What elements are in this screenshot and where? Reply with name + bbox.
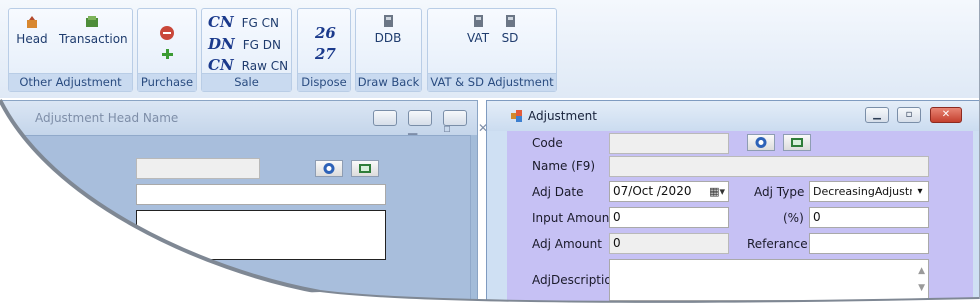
- search-icon: [323, 163, 335, 174]
- adjustment-form: Code Name (F9) Adj Date 07/Oct /2020 ▦▾ …: [507, 131, 973, 304]
- head-name-field[interactable]: [136, 184, 386, 205]
- referance-field[interactable]: [809, 233, 929, 254]
- name-label: Name (F9): [532, 159, 596, 173]
- group-vat-sd: VAT SD VAT & SD Adjustment: [427, 8, 557, 92]
- group-label-draw-back: Draw Back: [356, 73, 421, 91]
- cn-icon: CN: [208, 56, 234, 74]
- minimize-icon: ▁: [873, 109, 881, 120]
- group-label-vat-sd: VAT & SD Adjustment: [428, 73, 556, 91]
- fg-cn-label: FG CN: [241, 16, 280, 30]
- group-sale: CN FG CN DN FG DN CN Raw CN Sale: [201, 8, 292, 92]
- head-label: Head: [16, 32, 48, 46]
- adjustment-title: Adjustment: [528, 109, 597, 123]
- raw-cn-label: Raw CN: [241, 59, 289, 73]
- group-other-adjustment: Head Transaction Other Adjustment: [8, 8, 133, 92]
- close-button[interactable]: ✕: [930, 107, 962, 123]
- name-field[interactable]: [609, 156, 929, 177]
- adjustment-head-titlebar: Adjustment Head Name ▁ ▫ ✕: [1, 101, 488, 135]
- calendar-icon[interactable]: ▦▾: [709, 182, 725, 201]
- group-label-other-adjustment: Other Adjustment: [9, 73, 132, 91]
- sd-button[interactable]: SD: [498, 13, 522, 45]
- group-label-purchase: Purchase: [138, 73, 196, 91]
- raw-cn-button[interactable]: CN Raw CN: [208, 56, 288, 74]
- ddb-icon: [384, 15, 393, 27]
- adj-amount-label: Adj Amount: [532, 237, 602, 251]
- code-label: Code: [532, 136, 563, 150]
- purchase-add-icon[interactable]: [159, 46, 175, 62]
- adj-date-picker[interactable]: 07/Oct /2020 ▦▾: [609, 181, 729, 202]
- transaction-icon: [86, 16, 98, 27]
- dispose-26-button[interactable]: 26: [315, 24, 336, 42]
- scroll-down-icon[interactable]: ▼: [918, 279, 925, 298]
- vat-label: VAT: [466, 31, 490, 45]
- dn-icon: DN: [208, 35, 235, 53]
- sd-icon: [506, 15, 515, 27]
- ddb-button[interactable]: DDB: [370, 13, 406, 45]
- code-field[interactable]: [609, 133, 729, 154]
- description-label: AdjDescription: [532, 273, 620, 287]
- fg-dn-button[interactable]: DN FG DN: [208, 35, 281, 53]
- percent-field[interactable]: 0: [809, 207, 929, 228]
- window-app-icon: [511, 110, 522, 122]
- search-icon: [755, 137, 767, 148]
- vat-icon: [474, 15, 483, 27]
- adj-amount-field[interactable]: 0: [609, 233, 729, 254]
- close-icon: ✕: [941, 109, 951, 120]
- transaction-button[interactable]: Transaction: [59, 14, 128, 46]
- adjustment-titlebar: Adjustment ▁ ▫ ✕: [487, 101, 979, 131]
- fg-cn-button[interactable]: CN FG CN: [208, 13, 279, 31]
- group-dispose: 26 27 Dispose: [297, 8, 351, 92]
- head-search-button[interactable]: [315, 160, 343, 177]
- ribbon-toolbar: Head Transaction Other Adjustment Purcha…: [0, 0, 980, 98]
- maximize-icon: ▫: [905, 109, 913, 120]
- minimize-button[interactable]: ▁: [865, 107, 889, 123]
- group-label-sale: Sale: [202, 73, 291, 91]
- adj-type-value: DecreasingAdjustme: [813, 185, 927, 198]
- adjustment-window: Adjustment ▁ ▫ ✕ Code Name (F9) Adj Date…: [486, 100, 980, 305]
- close-button[interactable]: ✕: [443, 110, 488, 135]
- adj-type-select[interactable]: DecreasingAdjustme ▾: [809, 181, 929, 202]
- input-amount-field[interactable]: 0: [609, 207, 729, 228]
- adj-type-label: Adj Type: [754, 185, 805, 199]
- transaction-label: Transaction: [59, 32, 128, 46]
- fg-dn-label: FG DN: [242, 38, 281, 52]
- input-amount-label: Input Amount: [532, 211, 615, 225]
- referance-label: Referance: [747, 237, 808, 251]
- head-image-button[interactable]: [351, 160, 379, 177]
- group-label-dispose: Dispose: [298, 73, 350, 91]
- cn-icon: CN: [208, 13, 234, 31]
- adjustment-head-window: Adjustment Head Name ▁ ▫ ✕: [0, 100, 488, 305]
- percent-label: (%): [783, 211, 804, 225]
- adj-date-value: 07/Oct /2020: [613, 184, 692, 198]
- description-field[interactable]: ▲ ▼: [609, 259, 929, 301]
- head-code-field[interactable]: [136, 158, 260, 179]
- maximize-button[interactable]: ▫: [408, 110, 451, 135]
- chevron-down-icon[interactable]: ▾: [912, 182, 928, 201]
- vat-button[interactable]: VAT: [463, 13, 493, 45]
- adjustment-head-body: [9, 135, 471, 304]
- image-icon: [791, 138, 803, 147]
- purchase-remove-icon[interactable]: [159, 25, 175, 41]
- adj-date-label: Adj Date: [532, 185, 584, 199]
- minimize-button[interactable]: ▁: [373, 110, 417, 135]
- ddb-label: DDB: [374, 31, 402, 45]
- head-description-field[interactable]: [136, 210, 386, 260]
- maximize-button[interactable]: ▫: [897, 107, 921, 123]
- code-image-button[interactable]: [783, 134, 811, 151]
- head-icon: [27, 16, 37, 28]
- adjustment-head-title: Adjustment Head Name: [35, 111, 179, 125]
- image-icon: [359, 164, 371, 173]
- group-draw-back: DDB Draw Back: [355, 8, 422, 92]
- head-button[interactable]: Head: [15, 14, 49, 46]
- sd-label: SD: [501, 31, 519, 45]
- group-purchase: Purchase: [137, 8, 197, 92]
- code-search-button[interactable]: [747, 134, 775, 151]
- dispose-27-button[interactable]: 27: [315, 45, 336, 63]
